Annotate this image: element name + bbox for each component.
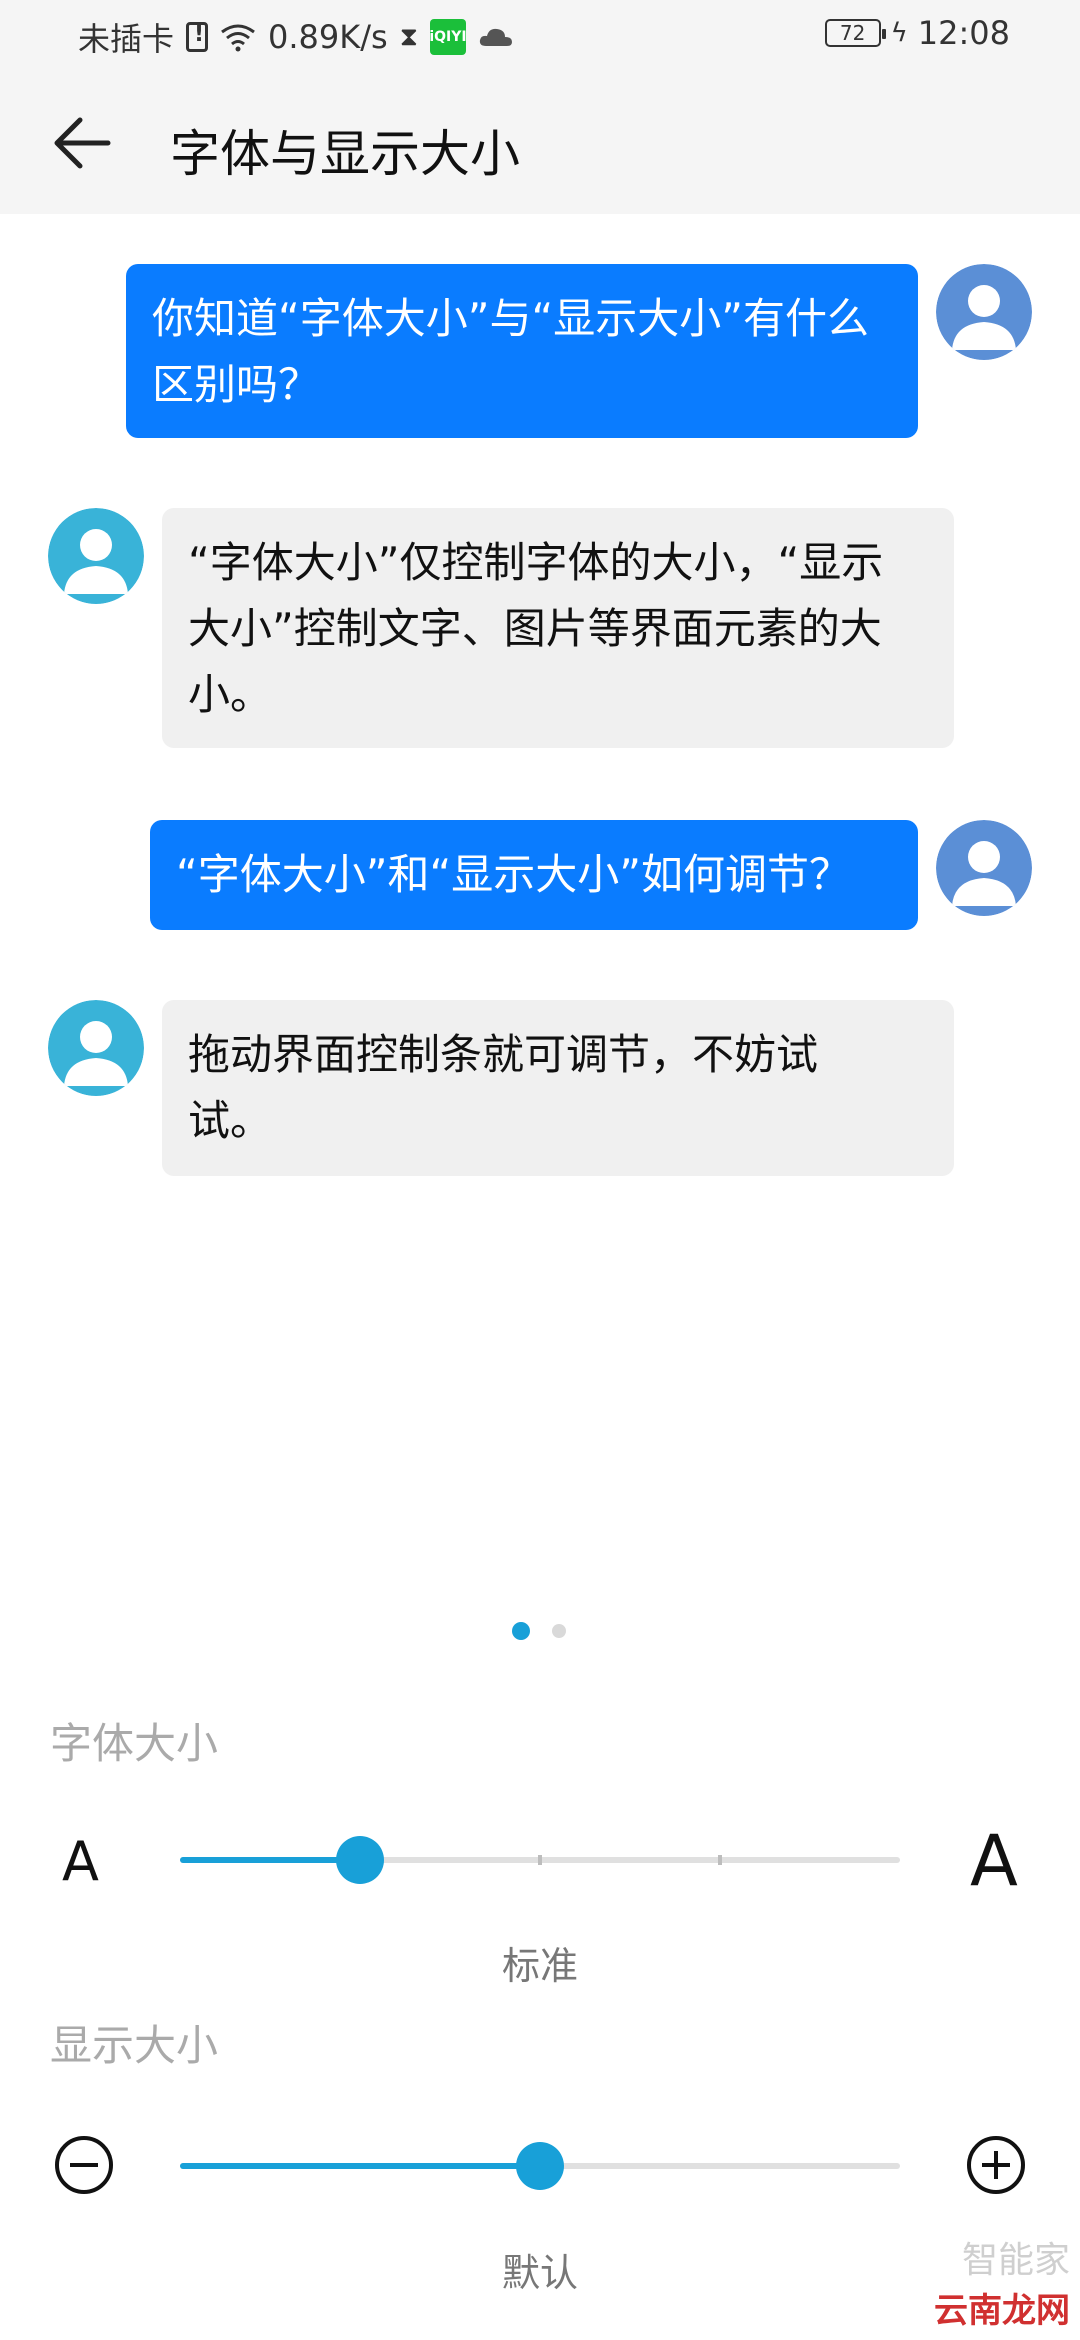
font-size-slider[interactable]: [180, 1836, 900, 1884]
chat-bubble-incoming: 拖动界面控制条就可调节，不妨试 试。: [162, 1000, 954, 1176]
person-icon: [48, 508, 144, 604]
status-right: 72 ϟ 12:08: [824, 14, 1010, 52]
watermark-bottom: 云南龙网: [934, 2291, 1070, 2331]
user-avatar: [936, 820, 1032, 916]
minus-circle-icon[interactable]: [54, 2135, 114, 2195]
display-size-slider-fill: [180, 2163, 540, 2169]
assistant-avatar: [48, 1000, 144, 1096]
wifi-icon: [221, 24, 255, 52]
charging-bolt-icon: ϟ: [890, 18, 908, 48]
person-icon: [936, 820, 1032, 916]
status-left: 未插卡 0.89K/s ⧗ iQIYI: [78, 14, 514, 60]
large-font-glyph: A: [970, 1820, 1018, 1902]
slider-tick: [538, 1855, 542, 1865]
assistant-avatar: [48, 508, 144, 604]
iqiyi-app-icon: iQIYI: [429, 19, 467, 55]
display-size-value: 默认: [501, 2251, 578, 2295]
plus-circle-icon[interactable]: [966, 2135, 1026, 2195]
font-size-slider-thumb[interactable]: [336, 1836, 384, 1884]
pager-dot[interactable]: [552, 1624, 566, 1638]
sim-alert-icon: [186, 22, 209, 52]
bubble-line: 试。: [188, 1096, 273, 1145]
carrier-text: 未插卡: [78, 20, 175, 58]
bubble-line: 区别吗？: [152, 360, 321, 409]
chat-bubble-incoming: “字体大小”仅控制字体的大小，“显示 大小”控制文字、图片等界面元素的大 小。: [162, 508, 954, 748]
bubble-line: 大小”控制文字、图片等界面元素的大: [188, 604, 882, 653]
display-size-label: 显示大小: [50, 2021, 219, 2070]
bubble-line: 小。: [188, 670, 273, 719]
back-arrow-icon[interactable]: [52, 116, 112, 170]
watermark-top: 智能家: [961, 2240, 1070, 2281]
font-size-slider-fill: [180, 1857, 360, 1863]
display-size-slider[interactable]: [180, 2142, 900, 2190]
cloud-icon: [479, 28, 512, 46]
display-size-slider-thumb[interactable]: [516, 2142, 564, 2190]
bubble-line: 你知道“字体大小”与“显示大小”有什么: [152, 294, 870, 343]
font-size-value: 标准: [501, 1944, 578, 1988]
font-size-label: 字体大小: [50, 1719, 219, 1768]
status-bar: 未插卡 0.89K/s ⧗ iQIYI 72 ϟ 12:08: [0, 0, 1080, 72]
page-title: 字体与显示大小: [170, 125, 520, 183]
battery-level: 72: [839, 21, 866, 45]
pager-dot-active[interactable]: [512, 1622, 530, 1640]
bubble-line: 拖动界面控制条就可调节，不妨试: [188, 1030, 819, 1079]
hourglass-icon: ⧗: [399, 21, 418, 52]
network-speed: 0.89K/s: [268, 18, 388, 56]
chat-bubble-outgoing: 你知道“字体大小”与“显示大小”有什么 区别吗？: [126, 264, 918, 438]
clock: 12:08: [917, 14, 1010, 52]
watermark: 智能家 云南龙网: [934, 2231, 1070, 2332]
slider-tick: [718, 1855, 722, 1865]
person-icon: [936, 264, 1032, 360]
user-avatar: [936, 264, 1032, 360]
chat-bubble-outgoing: “字体大小”和“显示大小”如何调节？: [150, 820, 918, 930]
app-header: 字体与显示大小: [0, 72, 1080, 214]
bubble-line: “字体大小”仅控制字体的大小，“显示: [188, 538, 884, 587]
bubble-line: “字体大小”和“显示大小”如何调节？: [176, 850, 852, 899]
battery-icon: 72: [824, 19, 886, 47]
small-font-glyph: A: [62, 1830, 99, 1893]
person-icon: [48, 1000, 144, 1096]
